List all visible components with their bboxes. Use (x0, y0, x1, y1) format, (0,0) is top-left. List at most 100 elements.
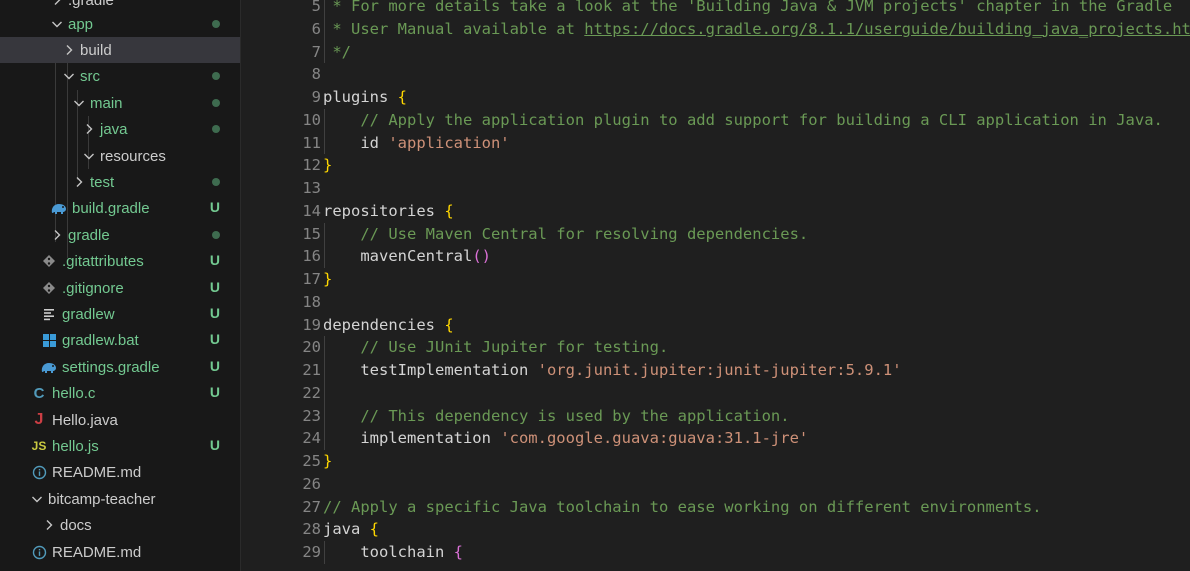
git-modified-dot-icon (212, 20, 220, 28)
tree-file-hello-js[interactable]: JS hello.js U (0, 433, 240, 459)
tree-item-label: README.md (52, 543, 142, 561)
token-ws (323, 407, 360, 425)
tree-file-hello-java[interactable]: J Hello.java (0, 407, 240, 433)
token-brace: } (323, 270, 333, 288)
tree-folder-main[interactable]: main (0, 90, 240, 116)
tree-file-gradlew-bat[interactable]: gradlew.bat U (0, 327, 240, 353)
tree-folder-docs[interactable]: docs (0, 512, 240, 538)
tree-folder-gradle[interactable]: gradle (0, 222, 240, 248)
tree-item-label: java (100, 120, 128, 138)
tree-file-readme-md[interactable]: README.md (0, 459, 240, 485)
token-comment: // Use Maven Central for resolving depen… (360, 224, 809, 243)
tree-folder-test[interactable]: test (0, 169, 240, 195)
chevron-right-icon[interactable] (50, 228, 64, 242)
code-line[interactable]: 14 repositories { (241, 200, 1190, 223)
code-line[interactable]: 22 (241, 382, 1190, 405)
token-ws (323, 361, 360, 379)
chevron-down-icon[interactable] (50, 17, 64, 31)
code-line[interactable]: 15 // Use Maven Central for resolving de… (241, 223, 1190, 246)
chevron-right-icon[interactable] (42, 518, 56, 532)
code-line[interactable]: 17} (241, 268, 1190, 291)
tree-file-gitignore[interactable]: .gitignore U (0, 275, 240, 301)
tree-file-build-gradle[interactable]: build.gradle U (0, 195, 240, 221)
chevron-right-icon[interactable] (82, 122, 96, 136)
text-lines-icon (40, 305, 58, 323)
code-line[interactable]: 21 testImplementation 'org.junit.jupiter… (241, 359, 1190, 382)
tree-item-label: app (68, 15, 94, 33)
tree-item-label: main (90, 94, 123, 112)
line-number: 25 (302, 452, 321, 470)
tree-folder-build[interactable]: build (0, 37, 240, 63)
token-string: 'com.google.guava:guava:31.1-jre' (500, 429, 809, 448)
token-ident: repositories (323, 201, 445, 220)
tree-folder-bitcamp-teacher[interactable]: bitcamp-teacher (0, 486, 240, 512)
token-ident: testImplementation (360, 361, 538, 379)
code-line[interactable]: 16 mavenCentral() (241, 245, 1190, 268)
tree-file-hello-c[interactable]: Chello.c U (0, 380, 240, 406)
code-text: repositories { (323, 200, 454, 223)
token-comment: // Use JUnit Jupiter for testing. (360, 338, 669, 357)
chevron-right-icon[interactable] (50, 0, 64, 7)
tree-file-gitattributes[interactable]: .gitattributes U (0, 248, 240, 274)
chevron-right-icon[interactable] (62, 43, 76, 57)
code-text: // This dependency is used by the applic… (323, 405, 789, 428)
chevron-down-icon[interactable] (30, 492, 44, 506)
code-line[interactable]: 28 java { (241, 518, 1190, 541)
git-modified-dot-icon (212, 178, 220, 186)
git-untracked-badge: U (209, 358, 220, 374)
line-number: 24 (302, 429, 321, 448)
line-number: 10 (302, 110, 321, 129)
git-untracked-badge: U (209, 305, 220, 321)
code-line[interactable]: 7 */ (241, 41, 1190, 64)
code-line[interactable]: 29 toolchain { (241, 541, 1190, 564)
code-line[interactable]: 27// Apply a specific Java toolchain to … (241, 496, 1190, 519)
code-line[interactable]: 23 // This dependency is used by the app… (241, 405, 1190, 428)
code-line[interactable]: 25} (241, 450, 1190, 473)
code-line[interactable]: 9 plugins { (241, 86, 1190, 109)
code-line[interactable]: 6 * User Manual available at https://doc… (241, 18, 1190, 41)
tree-item-label: test (90, 173, 115, 191)
token-ws (323, 134, 360, 152)
code-line[interactable]: 20 // Use JUnit Jupiter for testing. (241, 336, 1190, 359)
code-line[interactable]: 8 (241, 63, 1190, 86)
line-number: 23 (302, 406, 321, 425)
tree-item-label: README.md (52, 463, 142, 481)
code-line[interactable]: 5 * For more details take a look at the … (241, 0, 1190, 18)
code-line[interactable]: 26 (241, 473, 1190, 496)
token-brace: { (397, 88, 407, 106)
code-line[interactable]: 11 id 'application' (241, 132, 1190, 155)
line-number: 26 (302, 474, 321, 493)
code-line[interactable]: 12} (241, 154, 1190, 177)
token-comment: */ (323, 42, 351, 61)
tree-file-readme-md[interactable]: README.md (0, 539, 240, 565)
line-number: 7 (311, 42, 321, 61)
chevron-down-icon[interactable] (82, 149, 96, 163)
tree-folder-app[interactable]: app (0, 11, 240, 37)
tree-folder-src[interactable]: src (0, 63, 240, 89)
token-url[interactable]: https://docs.gradle.org/8.1.1/userguide/… (584, 20, 1190, 38)
line-number: 12 (302, 156, 321, 175)
line-number: 17 (302, 270, 321, 288)
chevron-down-icon[interactable] (72, 96, 86, 110)
tree-item-label: .gradle (68, 0, 114, 9)
code-text: plugins { (323, 86, 407, 109)
token-string: 'application' (388, 133, 510, 152)
code-text: * For more details take a look at the 'B… (323, 0, 1172, 18)
code-line[interactable]: 18 (241, 291, 1190, 314)
chevron-down-icon[interactable] (62, 69, 76, 83)
chevron-right-icon[interactable] (72, 175, 86, 189)
code-line[interactable]: 10 // Apply the application plugin to ad… (241, 109, 1190, 132)
line-number: 9 (311, 88, 321, 106)
git-untracked-badge: U (209, 279, 220, 295)
code-line[interactable]: 24 implementation 'com.google.guava:guav… (241, 427, 1190, 450)
tree-file-gradlew[interactable]: gradlew U (0, 301, 240, 327)
token-ident: java (323, 520, 370, 539)
tree-file-settings-gradle[interactable]: settings.gradle U (0, 354, 240, 380)
git-untracked-badge: U (209, 331, 220, 347)
tree-item-label: gradlew.bat (62, 331, 139, 349)
code-line[interactable]: 19 dependencies { (241, 314, 1190, 337)
code-line[interactable]: 13 (241, 177, 1190, 200)
tree-folder-java[interactable]: java (0, 116, 240, 142)
tree-folder-resources[interactable]: resources (0, 143, 240, 169)
code-editor[interactable]: 5 * For more details take a look at the … (241, 0, 1190, 571)
